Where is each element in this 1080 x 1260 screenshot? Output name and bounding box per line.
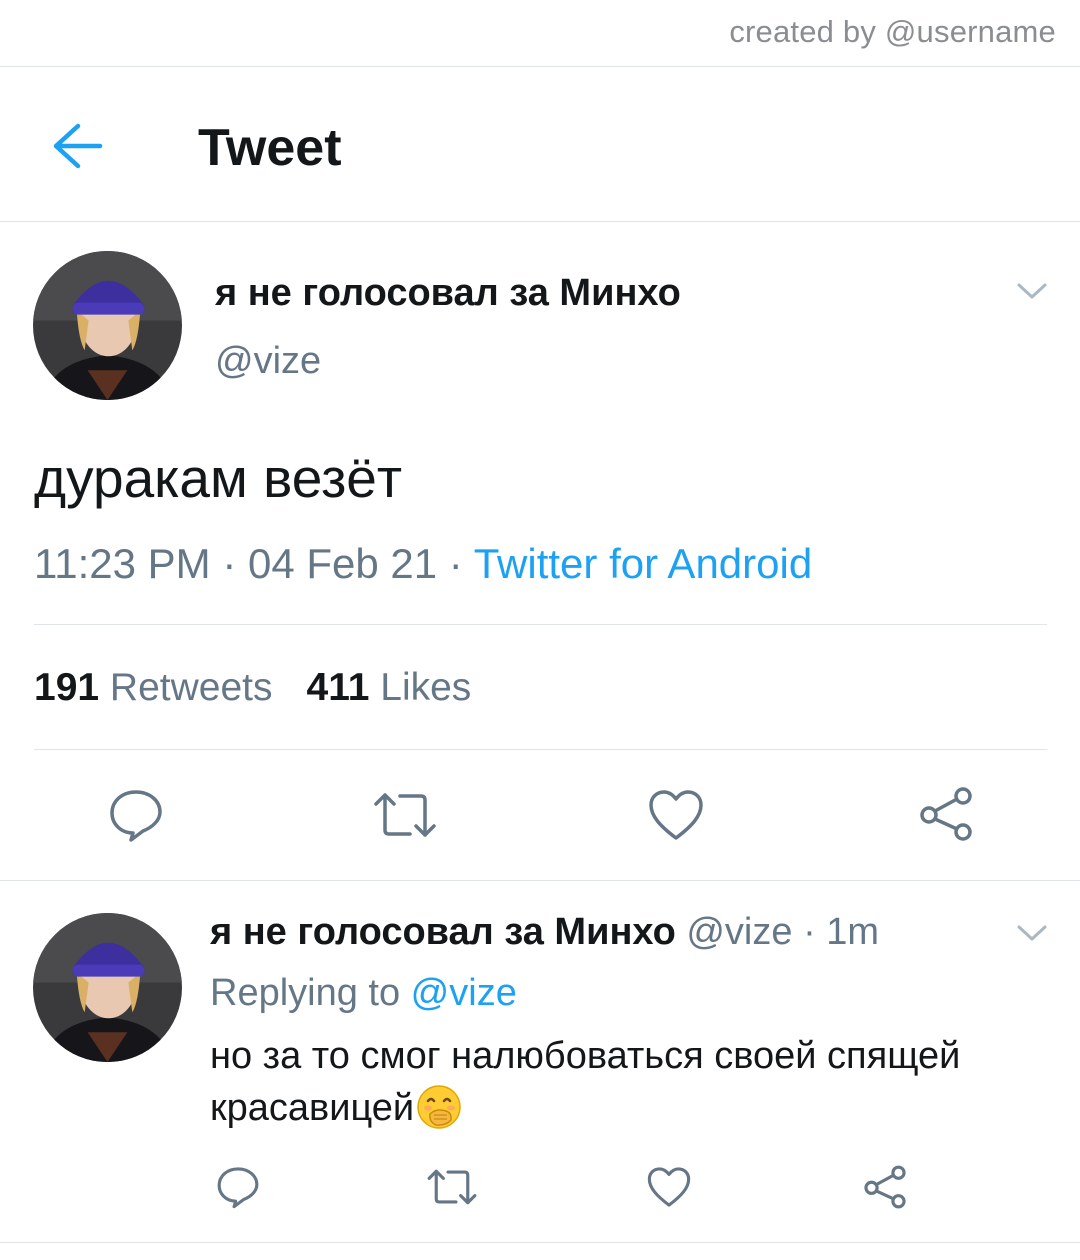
avatar[interactable] <box>33 251 182 400</box>
watermark-credit: created by @username <box>729 14 1056 49</box>
reply-author-line: я не голосовал за Минхо @vize · 1m <box>210 911 879 954</box>
like-icon[interactable] <box>648 789 704 846</box>
divider <box>0 880 1080 881</box>
arrow-left-icon[interactable] <box>52 122 104 170</box>
author-handle[interactable]: @vize <box>215 340 321 383</box>
avatar[interactable] <box>33 913 182 1062</box>
chevron-down-icon[interactable] <box>1016 280 1048 307</box>
retweet-icon[interactable] <box>426 1167 478 1212</box>
reply-time: 1m <box>826 911 880 953</box>
tweet-date: 04 Feb 21 <box>247 540 438 587</box>
divider <box>0 66 1080 67</box>
likes-stat[interactable]: 411 Likes <box>307 666 472 709</box>
tweet-stats: 191 Retweets 411 Likes <box>34 666 471 710</box>
like-icon[interactable] <box>647 1166 691 1213</box>
reply-author-display-name[interactable]: я не голосовал за Минхо <box>210 911 676 953</box>
tweet-meta: 11:23 PM · 04 Feb 21 · Twitter for Andro… <box>34 540 812 588</box>
retweet-icon[interactable] <box>372 790 438 845</box>
reply-author-handle[interactable]: @vize <box>686 911 792 953</box>
divider <box>0 1242 1080 1243</box>
face-with-hand-over-mouth-emoji <box>416 1084 462 1144</box>
reply-text: но за то смог налюбоваться своей спящей … <box>210 1030 1060 1144</box>
divider <box>34 624 1047 625</box>
separator: · <box>210 540 248 587</box>
reply-icon[interactable] <box>216 1164 260 1215</box>
retweets-stat[interactable]: 191 Retweets <box>34 666 273 709</box>
chevron-down-icon[interactable] <box>1016 922 1048 949</box>
reply-icon[interactable] <box>108 787 164 848</box>
divider <box>0 221 1080 222</box>
replying-to-line: Replying to @vize <box>210 972 517 1014</box>
replying-to-handle-link[interactable]: @vize <box>411 972 517 1014</box>
page-title: Tweet <box>198 119 342 177</box>
separator: · <box>437 540 474 587</box>
author-display-name[interactable]: я не голосовал за Минхо <box>215 272 681 315</box>
divider <box>34 749 1047 750</box>
separator: · <box>792 911 827 953</box>
share-icon[interactable] <box>862 1164 908 1215</box>
tweet-text: дуракам везёт <box>34 447 403 509</box>
tweet-time: 11:23 PM <box>34 540 211 587</box>
tweet-source-link[interactable]: Twitter for Android <box>474 540 812 587</box>
share-icon[interactable] <box>917 786 975 847</box>
